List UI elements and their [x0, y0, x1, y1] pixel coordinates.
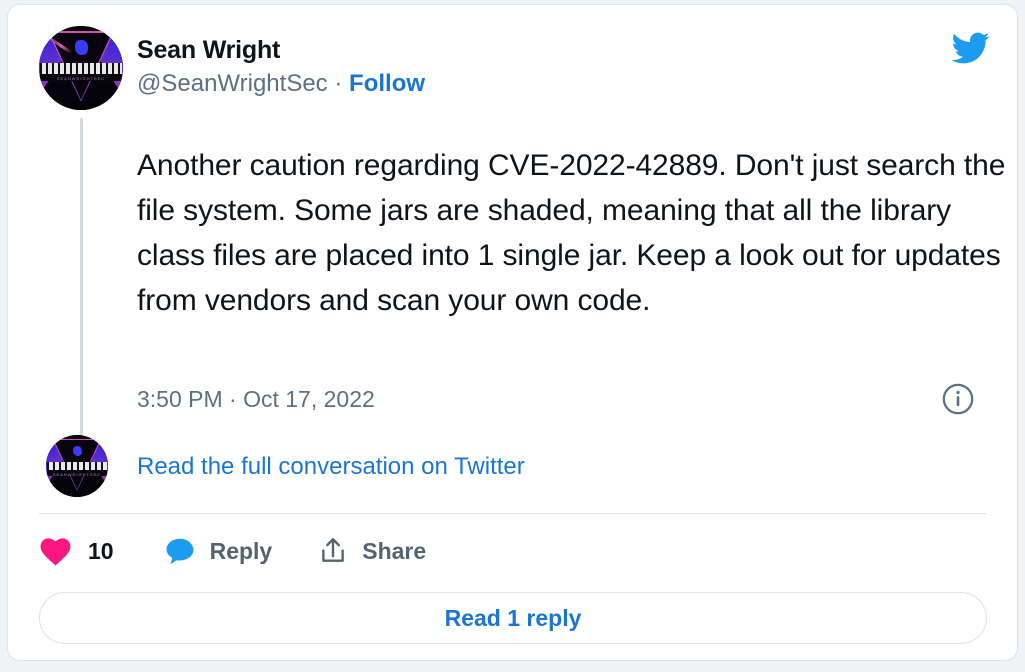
avatar-artwork: SEANWRIGHTSEC [39, 26, 123, 110]
tweet-meta-row: 3:50 PM · Oct 17, 2022 [137, 383, 977, 415]
info-circle-icon[interactable] [941, 382, 975, 416]
handle-separator: · [334, 70, 343, 97]
heart-icon [39, 536, 72, 566]
reply-action[interactable]: Reply [164, 536, 273, 566]
thread-connector-line [80, 118, 83, 438]
tweet-card: SEANWRIGHTSEC Sean Wright @SeanWrightSec… [7, 4, 1018, 661]
author-handle: @SeanWrightSec [137, 70, 328, 97]
conversation-avatar-wordmark: SEANWRIGHTSEC [46, 470, 108, 476]
twitter-bird-icon[interactable] [947, 28, 993, 68]
read-full-conversation-link[interactable]: Read the full conversation on Twitter [137, 451, 525, 483]
avatar-piano-keys [39, 62, 123, 74]
tweet-body-text: Another caution regarding CVE-2022-42889… [137, 149, 1006, 317]
actions-divider [39, 513, 987, 514]
like-action[interactable]: 10 [39, 536, 114, 566]
author-handle-row: @SeanWrightSec · Follow [137, 70, 425, 98]
follow-button[interactable]: Follow [349, 70, 425, 97]
speech-bubble-icon [164, 536, 196, 566]
conversation-avatar-piano-keys [46, 462, 108, 471]
share-action[interactable]: Share [318, 535, 426, 567]
author-display-name: Sean Wright [137, 36, 281, 64]
share-label: Share [362, 538, 427, 564]
share-upload-icon [318, 535, 348, 567]
read-replies-button[interactable]: Read 1 reply [39, 592, 987, 644]
author-block: Sean Wright @SeanWrightSec · Follow [137, 35, 425, 98]
tweet-header: SEANWRIGHTSEC Sean Wright @SeanWrightSec… [8, 5, 1017, 110]
conversation-avatar-artwork: SEANWRIGHTSEC [46, 435, 108, 497]
conversation-avatar-blob [72, 445, 82, 457]
tweet-timestamp: 3:50 PM · Oct 17, 2022 [137, 386, 375, 412]
tweet-actions-bar: 10 Reply Share [39, 527, 426, 575]
avatar[interactable]: SEANWRIGHTSEC [39, 26, 123, 110]
reply-label: Reply [209, 538, 273, 564]
conversation-avatar[interactable]: SEANWRIGHTSEC [46, 435, 108, 497]
avatar-blob [75, 40, 88, 55]
like-count: 10 [88, 538, 114, 564]
avatar-wordmark: SEANWRIGHTSEC [39, 73, 123, 82]
